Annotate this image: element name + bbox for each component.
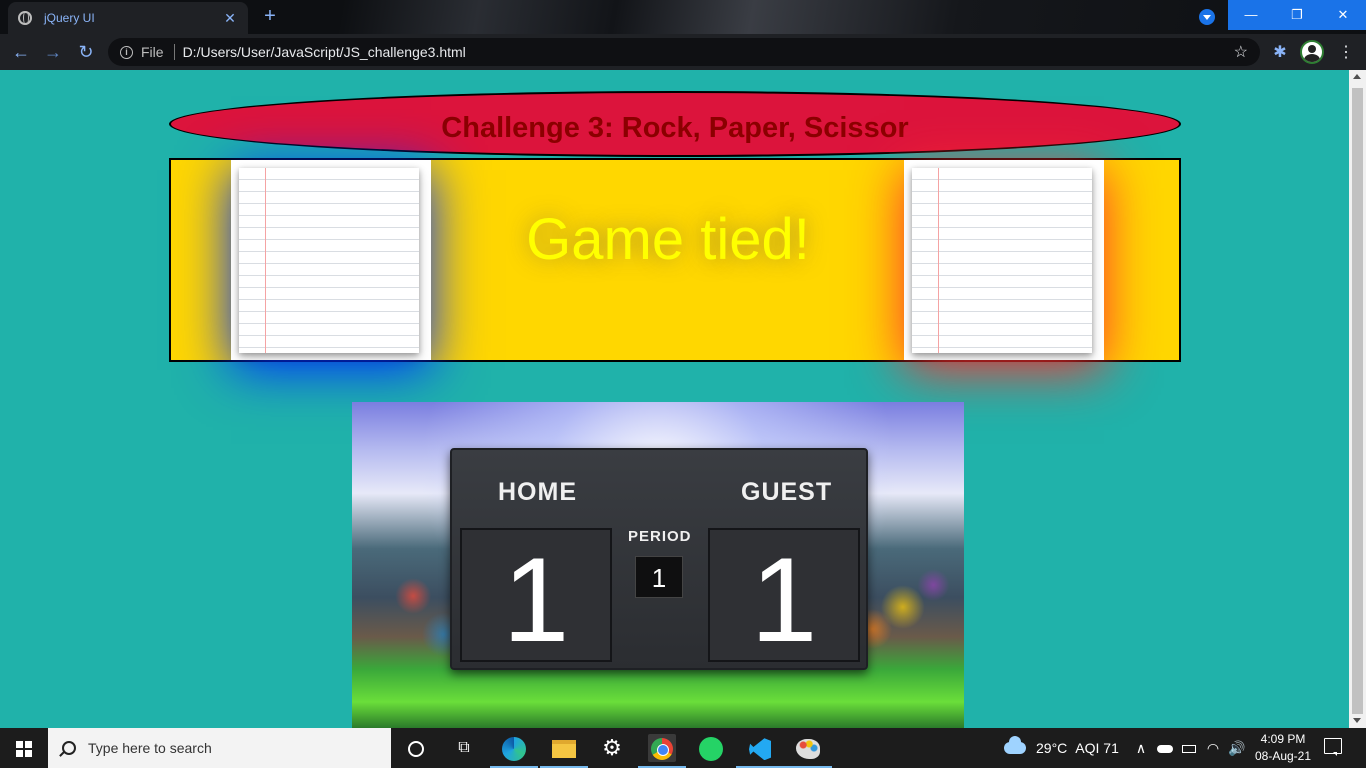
bot-choice-image bbox=[904, 160, 1104, 360]
start-button[interactable] bbox=[0, 728, 48, 768]
tab-close-icon[interactable]: ✕ bbox=[222, 10, 238, 27]
tab-search-icon[interactable] bbox=[1199, 9, 1215, 25]
info-icon[interactable]: i bbox=[120, 45, 133, 59]
scoreboard: HOME GUEST PERIOD 1 1 1 bbox=[450, 448, 868, 670]
battery-icon[interactable] bbox=[1178, 728, 1200, 768]
result-message: Game tied! bbox=[526, 207, 810, 272]
file-label: File bbox=[141, 44, 164, 60]
search-placeholder: Type here to search bbox=[88, 740, 212, 756]
windows-logo-icon bbox=[16, 741, 23, 748]
restore-button[interactable]: ❐ bbox=[1274, 0, 1320, 30]
scroll-thumb[interactable] bbox=[1352, 88, 1363, 714]
settings-icon[interactable]: ⚙ bbox=[598, 734, 626, 762]
weather-temp: 29°C bbox=[1036, 740, 1068, 756]
weather-aqi: AQI 71 bbox=[1075, 740, 1119, 756]
forward-button[interactable]: → bbox=[42, 41, 64, 63]
close-window-button[interactable]: ✕ bbox=[1320, 0, 1366, 30]
new-tab-button[interactable]: + bbox=[260, 6, 280, 26]
paint-icon[interactable] bbox=[784, 734, 832, 768]
clock-date: 08-Aug-21 bbox=[1254, 749, 1312, 763]
weather-cloud-icon bbox=[1004, 736, 1026, 754]
paper-icon bbox=[239, 168, 419, 353]
notification-center-icon[interactable] bbox=[1324, 738, 1342, 756]
guest-score: 1 bbox=[708, 528, 860, 662]
search-icon bbox=[62, 741, 76, 755]
file-explorer-icon[interactable] bbox=[540, 734, 588, 768]
guest-label: GUEST bbox=[741, 478, 833, 506]
browser-menu-icon[interactable]: ⋮ bbox=[1338, 42, 1354, 62]
volume-icon[interactable]: 🔊 bbox=[1226, 728, 1248, 768]
cortana-icon[interactable] bbox=[402, 734, 430, 762]
taskbar-clock[interactable]: 4:09 PM 08-Aug-21 bbox=[1248, 731, 1318, 765]
extensions-icon[interactable]: ✱ bbox=[1270, 42, 1290, 62]
windows-taskbar: Type here to search ⧉ ⚙ 29°C AQI 71 ∧ ◠ … bbox=[0, 728, 1366, 768]
scroll-down-arrow-icon[interactable] bbox=[1353, 718, 1361, 723]
paper-icon bbox=[912, 168, 1092, 353]
home-score: 1 bbox=[460, 528, 612, 662]
vscode-icon[interactable] bbox=[736, 734, 784, 768]
chrome-icon[interactable] bbox=[638, 734, 686, 768]
back-button[interactable]: ← bbox=[10, 41, 32, 63]
globe-icon bbox=[18, 11, 32, 25]
task-view-icon[interactable]: ⧉ bbox=[450, 734, 478, 762]
browser-toolbar: ← → ↻ i File D:/Users/User/JavaScript/JS… bbox=[0, 34, 1366, 70]
period-value: 1 bbox=[635, 556, 683, 598]
weather-widget[interactable]: 29°C AQI 71 bbox=[1004, 728, 1119, 768]
clock-time: 4:09 PM bbox=[1260, 732, 1306, 746]
onedrive-icon[interactable] bbox=[1154, 728, 1176, 768]
edge-icon[interactable] bbox=[490, 734, 538, 768]
scroll-up-arrow-icon[interactable] bbox=[1353, 74, 1361, 79]
browser-tab-bar: jQuery UI ✕ + — ❐ ✕ bbox=[0, 0, 1366, 34]
reload-button[interactable]: ↻ bbox=[75, 41, 97, 63]
taskbar-search-box[interactable]: Type here to search bbox=[48, 728, 391, 768]
browser-tab[interactable]: jQuery UI ✕ bbox=[8, 2, 248, 34]
profile-avatar[interactable] bbox=[1300, 40, 1324, 64]
address-separator bbox=[173, 44, 175, 60]
url-text[interactable]: D:/Users/User/JavaScript/JS_challenge3.h… bbox=[183, 44, 1234, 60]
scoreboard-image: HOME GUEST PERIOD 1 1 1 bbox=[352, 402, 964, 728]
minimize-button[interactable]: — bbox=[1228, 0, 1274, 30]
game-result-box: Game tied! bbox=[169, 158, 1181, 362]
home-label: HOME bbox=[498, 478, 577, 506]
wifi-icon[interactable]: ◠ bbox=[1202, 728, 1224, 768]
whatsapp-icon[interactable] bbox=[697, 734, 725, 762]
human-choice-image bbox=[231, 160, 431, 360]
bookmark-star-icon[interactable]: ☆ bbox=[1234, 42, 1248, 62]
tray-expand-icon[interactable]: ∧ bbox=[1130, 728, 1152, 768]
page-scrollbar[interactable] bbox=[1349, 70, 1366, 728]
address-bar[interactable]: i File D:/Users/User/JavaScript/JS_chall… bbox=[108, 38, 1260, 66]
tab-title: jQuery UI bbox=[44, 11, 95, 25]
challenge-title: Challenge 3: Rock, Paper, Scissor bbox=[169, 91, 1181, 157]
period-label: PERIOD bbox=[628, 528, 692, 545]
